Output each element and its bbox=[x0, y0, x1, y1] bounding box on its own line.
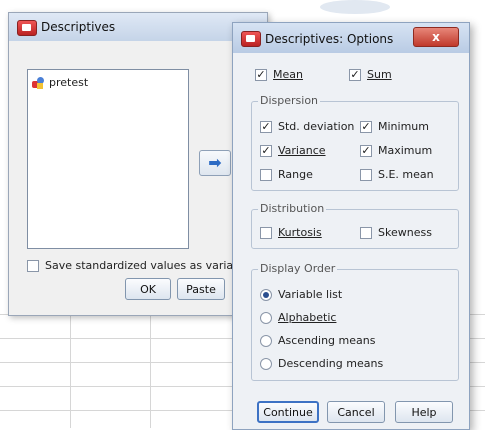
range-label: Range bbox=[278, 168, 313, 181]
kurtosis-checkbox[interactable] bbox=[260, 226, 272, 239]
display-order-label: Alphabetic bbox=[278, 311, 337, 324]
display-order-option[interactable]: Variable list bbox=[260, 288, 342, 301]
close-icon: x bbox=[432, 30, 440, 44]
range-option[interactable]: Range bbox=[260, 168, 313, 181]
mean-option[interactable]: ✓ Mean bbox=[255, 68, 303, 81]
mean-checkbox[interactable]: ✓ bbox=[255, 68, 267, 81]
save-standardized-label: Save standardized values as varia bbox=[45, 259, 234, 272]
ok-button[interactable]: OK bbox=[125, 278, 171, 300]
descriptives-options-dialog: Descriptives: Options x ✓ Mean ✓ Sum Dis… bbox=[232, 22, 470, 430]
skewness-checkbox[interactable] bbox=[360, 226, 372, 239]
distribution-legend: Distribution bbox=[258, 202, 327, 215]
descending-means-radio[interactable] bbox=[260, 357, 272, 370]
display-order-label: Descending means bbox=[278, 357, 384, 370]
maximum-label: Maximum bbox=[378, 144, 433, 157]
variable-list-radio[interactable] bbox=[260, 288, 272, 301]
cancel-button[interactable]: Cancel bbox=[327, 401, 385, 423]
variable-label: pretest bbox=[49, 76, 89, 89]
display-order-legend: Display Order bbox=[258, 262, 338, 275]
paste-button[interactable]: Paste bbox=[177, 278, 225, 300]
dispersion-legend: Dispersion bbox=[258, 94, 321, 107]
alphabetic-radio[interactable] bbox=[260, 311, 272, 324]
spss-dialog-icon bbox=[241, 31, 261, 47]
move-variable-button[interactable]: ➡ bbox=[199, 150, 231, 176]
options-title-bar[interactable]: Descriptives: Options x bbox=[233, 23, 469, 53]
display-order-option[interactable]: Alphabetic bbox=[260, 311, 336, 324]
continue-button[interactable]: Continue bbox=[257, 401, 319, 423]
se-mean-checkbox[interactable] bbox=[360, 168, 372, 181]
std-deviation-checkbox[interactable]: ✓ bbox=[260, 120, 272, 133]
minimum-label: Minimum bbox=[378, 120, 429, 133]
save-standardized-checkbox[interactable] bbox=[27, 259, 39, 272]
std-deviation-label: Std. deviation bbox=[278, 120, 355, 133]
scale-variable-icon bbox=[32, 76, 44, 89]
minimum-option[interactable]: ✓ Minimum bbox=[360, 120, 429, 133]
skewness-option[interactable]: Skewness bbox=[360, 226, 432, 239]
close-button[interactable]: x bbox=[413, 27, 459, 47]
save-standardized-row[interactable]: Save standardized values as varia bbox=[27, 259, 233, 272]
maximum-option[interactable]: ✓ Maximum bbox=[360, 144, 432, 157]
sum-checkbox[interactable]: ✓ bbox=[349, 68, 361, 81]
std-deviation-option[interactable]: ✓ Std. deviation bbox=[260, 120, 354, 133]
kurtosis-label: Kurtosis bbox=[278, 226, 322, 239]
display-order-label: Ascending means bbox=[278, 334, 376, 347]
spss-dialog-icon bbox=[17, 20, 37, 36]
kurtosis-option[interactable]: Kurtosis bbox=[260, 226, 322, 239]
sum-label: Sum bbox=[367, 68, 392, 81]
display-order-option[interactable]: Descending means bbox=[260, 357, 383, 370]
minimum-checkbox[interactable]: ✓ bbox=[360, 120, 372, 133]
se-mean-label: S.E. mean bbox=[378, 168, 434, 181]
descriptives-title: Descriptives bbox=[41, 20, 116, 34]
mean-label: Mean bbox=[273, 68, 303, 81]
source-variable-list[interactable]: pretest bbox=[27, 69, 189, 249]
dispersion-group: Dispersion ✓ Std. deviation ✓ Minimum ✓ … bbox=[251, 94, 459, 191]
right-arrow-icon: ➡ bbox=[208, 153, 222, 172]
display-order-group: Display Order Variable list Alphabetic A… bbox=[251, 262, 459, 381]
range-checkbox[interactable] bbox=[260, 168, 272, 181]
variance-option[interactable]: ✓ Variance bbox=[260, 144, 326, 157]
variable-item[interactable]: pretest bbox=[32, 76, 88, 89]
skewness-label: Skewness bbox=[378, 226, 432, 239]
display-order-label: Variable list bbox=[278, 288, 343, 301]
variance-label: Variance bbox=[278, 144, 326, 157]
descriptives-title-bar[interactable]: Descriptives bbox=[9, 13, 267, 41]
se-mean-option[interactable]: S.E. mean bbox=[360, 168, 434, 181]
ascending-means-radio[interactable] bbox=[260, 334, 272, 347]
help-button[interactable]: Help bbox=[395, 401, 453, 423]
options-title: Descriptives: Options bbox=[265, 32, 394, 46]
variance-checkbox[interactable]: ✓ bbox=[260, 144, 272, 157]
distribution-group: Distribution Kurtosis Skewness bbox=[251, 202, 459, 249]
maximum-checkbox[interactable]: ✓ bbox=[360, 144, 372, 157]
background-blur bbox=[320, 0, 390, 14]
sum-option[interactable]: ✓ Sum bbox=[349, 68, 392, 81]
display-order-option[interactable]: Ascending means bbox=[260, 334, 375, 347]
descriptives-dialog: Descriptives pretest ➡ Save standardized… bbox=[8, 12, 268, 316]
